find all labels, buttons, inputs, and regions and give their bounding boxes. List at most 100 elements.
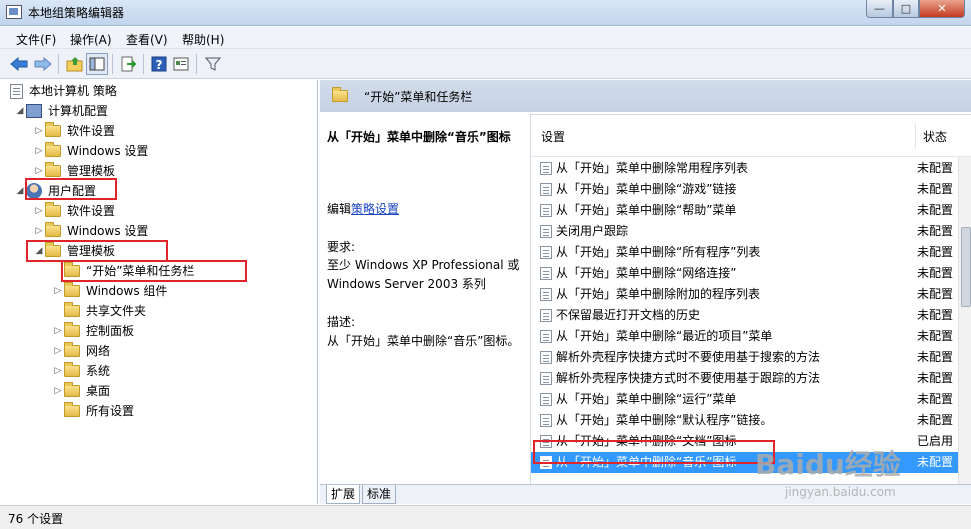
back-icon[interactable]: [8, 53, 30, 75]
expand-arrow-icon[interactable]: ▷: [52, 321, 64, 341]
menu-action[interactable]: 操作(A): [70, 31, 112, 48]
tree-item-system[interactable]: ▷ 系统: [52, 361, 110, 381]
requirement-value: 至少 Windows XP Professional 或 Windows Ser…: [327, 258, 520, 291]
tree-item-software-settings[interactable]: ▷ 软件设置: [33, 121, 115, 141]
up-folder-icon[interactable]: [64, 53, 86, 75]
expand-arrow-icon[interactable]: ▷: [52, 341, 64, 361]
tree-item-label: 系统: [86, 364, 111, 378]
tree-item-label: 控制面板: [86, 324, 135, 338]
policy-setting-icon: [540, 246, 552, 259]
setting-row[interactable]: 关闭用户跟踪 未配置: [531, 221, 958, 242]
setting-name: 解析外壳程序快捷方式时不要使用基于搜索的方法: [556, 350, 821, 364]
setting-row[interactable]: 解析外壳程序快捷方式时不要使用基于搜索的方法 未配置: [531, 347, 958, 368]
setting-row[interactable]: 从「开始」菜单中删除附加的程序列表 未配置: [531, 284, 958, 305]
setting-row[interactable]: 从「开始」菜单中删除“最近的项目”菜单 未配置: [531, 326, 958, 347]
tree-item-windows-components[interactable]: ▷ Windows 组件: [52, 281, 167, 301]
watermark-sub: jingyan.baidu.com: [785, 485, 896, 499]
expand-arrow-icon[interactable]: ▷: [52, 361, 64, 381]
maximize-button[interactable]: □: [893, 0, 919, 18]
setting-name: 从「开始」菜单中删除“默认程序”链接。: [556, 413, 773, 427]
column-separator[interactable]: [915, 123, 916, 149]
setting-name: 从「开始」菜单中删除“运行”菜单: [556, 392, 737, 406]
tree-item-all-settings[interactable]: 所有设置: [52, 401, 134, 421]
scrollbar-thumb[interactable]: [961, 227, 971, 307]
expand-arrow-icon[interactable]: ▷: [33, 121, 45, 141]
expand-arrow-icon[interactable]: ▷: [33, 201, 45, 221]
details-header: “开始”菜单和任务栏: [320, 80, 971, 112]
toolbar: ?: [0, 49, 971, 79]
tree-pane: 本地计算机 策略 ◢ 计算机配置 ▷ 软件设置 ▷ Windows 设置 ▷ 管…: [0, 80, 318, 504]
column-header-setting[interactable]: 设置: [541, 128, 565, 145]
tree-item-label: 软件设置: [67, 124, 116, 138]
toolbar-separator: [112, 54, 113, 74]
setting-state: 未配置: [917, 245, 954, 259]
computer-icon: [26, 104, 42, 118]
tree-item-windows-settings[interactable]: ▷ Windows 设置: [33, 221, 148, 241]
setting-row[interactable]: 从「开始」菜单中删除“所有程序”列表 未配置: [531, 242, 958, 263]
tree-item-root[interactable]: 本地计算机 策略: [10, 81, 117, 101]
show-hide-tree-icon[interactable]: [86, 53, 108, 75]
tab-standard[interactable]: 标准: [362, 485, 397, 504]
setting-row[interactable]: 从「开始」菜单中删除“默认程序”链接。 未配置: [531, 410, 958, 431]
list-header: 设置 状态: [531, 115, 971, 157]
setting-row[interactable]: 从「开始」菜单中删除“网络连接” 未配置: [531, 263, 958, 284]
tree-item-label: 网络: [86, 344, 111, 358]
tree-item-label: 软件设置: [67, 204, 116, 218]
filter-icon[interactable]: [202, 53, 224, 75]
tree-item-desktop[interactable]: ▷ 桌面: [52, 381, 110, 401]
description-title: 从「开始」菜单中删除“音乐”图标: [327, 130, 511, 144]
policy-setting-icon: [540, 309, 552, 322]
menu-help[interactable]: 帮助(H): [182, 31, 224, 48]
folder-icon: [332, 87, 348, 102]
watermark-main: Baidu经验: [755, 448, 901, 481]
menu-file[interactable]: 文件(F): [16, 31, 56, 48]
vertical-scrollbar[interactable]: [958, 157, 971, 488]
minimize-button[interactable]: —: [866, 0, 893, 18]
tree-item-windows-settings[interactable]: ▷ Windows 设置: [33, 141, 148, 161]
properties-icon[interactable]: [170, 53, 192, 75]
menu-bar: 文件(F) 操作(A) 查看(V) 帮助(H): [0, 27, 971, 49]
setting-name: 关闭用户跟踪: [556, 224, 629, 238]
setting-row[interactable]: 从「开始」菜单中删除“游戏”链接 未配置: [531, 179, 958, 200]
policy-setting-icon: [540, 414, 552, 427]
folder-icon: [64, 322, 80, 337]
tab-extended[interactable]: 扩展: [326, 485, 361, 504]
tree-item-control-panel[interactable]: ▷ 控制面板: [52, 321, 134, 341]
policy-setting-icon: [540, 351, 552, 364]
folder-icon: [64, 382, 80, 397]
tree-item-network[interactable]: ▷ 网络: [52, 341, 110, 361]
policy-setting-icon: [540, 162, 552, 175]
toolbar-separator: [196, 54, 197, 74]
folder-icon: [64, 342, 80, 357]
close-button[interactable]: ✕: [919, 0, 965, 18]
policy-setting-icon: [540, 204, 552, 217]
edit-policy-link[interactable]: 策略设置: [351, 202, 399, 216]
expand-arrow-icon[interactable]: ▷: [52, 381, 64, 401]
folder-icon: [45, 222, 61, 237]
setting-name: 从「开始」菜单中删除“最近的项目”菜单: [556, 329, 773, 343]
setting-row[interactable]: 不保留最近打开文档的历史 未配置: [531, 305, 958, 326]
export-list-icon[interactable]: [117, 53, 139, 75]
setting-name: 解析外壳程序快捷方式时不要使用基于跟踪的方法: [556, 371, 821, 385]
expand-arrow-icon[interactable]: ▷: [33, 141, 45, 161]
setting-row[interactable]: 从「开始」菜单中删除“运行”菜单 未配置: [531, 389, 958, 410]
setting-row[interactable]: 解析外壳程序快捷方式时不要使用基于跟踪的方法 未配置: [531, 368, 958, 389]
tree-item-computer-config[interactable]: ◢ 计算机配置: [14, 101, 108, 121]
setting-row[interactable]: 从「开始」菜单中删除“帮助”菜单 未配置: [531, 200, 958, 221]
column-header-state[interactable]: 状态: [923, 128, 947, 145]
help-icon[interactable]: ?: [148, 53, 170, 75]
setting-row[interactable]: 从「开始」菜单中删除常用程序列表 未配置: [531, 158, 958, 179]
setting-state: 未配置: [917, 350, 954, 364]
collapse-arrow-icon[interactable]: ◢: [14, 101, 26, 121]
forward-icon[interactable]: [32, 53, 54, 75]
setting-name: 从「开始」菜单中删除“网络连接”: [556, 266, 737, 280]
expand-arrow-icon[interactable]: ▷: [52, 281, 64, 301]
toolbar-separator: [143, 54, 144, 74]
tree-item-label: 共享文件夹: [86, 304, 147, 318]
menu-view[interactable]: 查看(V): [126, 31, 168, 48]
tree-item-shared-folders[interactable]: 共享文件夹: [52, 301, 146, 321]
setting-state: 未配置: [917, 308, 954, 322]
tree-item-software-settings[interactable]: ▷ 软件设置: [33, 201, 115, 221]
folder-icon: [64, 282, 80, 297]
expand-arrow-icon[interactable]: ▷: [33, 221, 45, 241]
